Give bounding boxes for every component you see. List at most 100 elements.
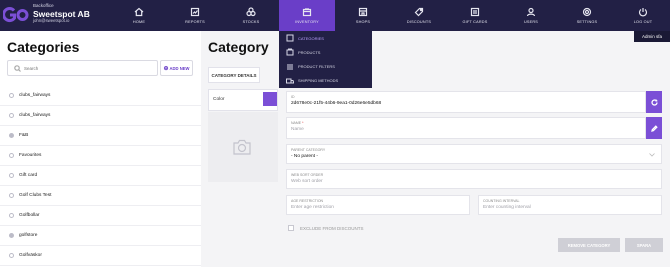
brand-block: Backoffice Sweetspot AB john@sweetspot.i… [33,3,90,23]
list-item-label: golfstore [19,233,38,238]
nav-label: Reports [185,20,205,24]
add-new-button[interactable]: ⊕ ADD NEW [160,60,193,76]
remove-category-button[interactable]: Remove category [558,238,620,252]
list-item-label: clubs_fairways [19,113,51,118]
categories-panel: Categories ⊕ ADD NEW clubs_fairways club… [0,31,201,267]
list-item[interactable]: clubs_fairways [0,106,201,126]
camera-icon [233,139,251,155]
nav-label: Discounts [406,20,432,24]
shops-icon [358,7,368,17]
radio-button[interactable] [9,93,14,98]
categories-icon [286,34,294,42]
nav-inventory[interactable]: Inventory [279,0,335,31]
filter-icon [287,64,293,70]
nav-users[interactable]: Users [503,0,559,31]
menu-item-products[interactable]: Products [279,45,372,59]
exclude-from-discounts[interactable]: Exclude from discounts [288,225,364,231]
radio-button[interactable] [9,213,14,218]
nav-settings[interactable]: Settings [559,0,615,31]
nav-log-out[interactable]: Log out [615,0,670,31]
radio-button[interactable] [9,193,14,198]
nav-label: Gift cards [462,20,488,24]
main-nav: Home Reports Stocks Inventory Shops Disc… [111,0,670,31]
nav-gift-cards[interactable]: Gift cards [447,0,503,31]
radio-button[interactable] [9,233,14,238]
nav-home[interactable]: Home [111,0,167,31]
exclude-checkbox[interactable] [288,225,294,231]
menu-item-product-filters[interactable]: Product filters [279,60,372,74]
settings-icon [582,7,592,17]
nav-label: Shops [355,20,371,24]
users-icon [526,7,536,17]
list-item[interactable]: golfstore [0,226,201,246]
color-picker-button[interactable] [263,92,277,106]
nav-label: Users [523,20,539,24]
menu-item-label: Products [298,49,321,55]
plus-icon: ⊕ [163,65,169,72]
web-sort-order-field[interactable]: Web sort order Web sort order [286,169,662,189]
menu-item-shipping-methods[interactable]: Shipping methods [279,74,372,88]
nav-shops[interactable]: Shops [335,0,391,31]
top-navigation-bar: Backoffice Sweetspot AB john@sweetspot.i… [0,0,670,31]
list-item-label: Golfväskor [19,253,42,258]
refresh-id-button[interactable] [646,91,662,113]
web-sort-order-label: Web sort order [291,173,324,177]
radio-button[interactable] [9,173,14,178]
counting-interval-field[interactable]: Counting interval Enter counting interva… [478,195,662,215]
parent-category-value: - No parent - [291,154,318,159]
admin-badge[interactable]: Admin sfa [634,31,670,42]
radio-button[interactable] [9,153,14,158]
list-item[interactable]: Golfbollar [0,206,201,226]
menu-item-label: Product filters [298,64,335,70]
nav-discounts[interactable]: Discounts [391,0,447,31]
list-item[interactable]: Favourites [0,146,201,166]
nav-label: Log out [633,20,653,24]
nav-label: Inventory [295,20,319,24]
list-item-label: Golfbollar [19,213,40,218]
image-upload[interactable] [208,112,278,182]
discounts-icon [414,7,424,17]
gift-cards-icon [470,7,480,17]
inventory-dropdown-menu: Categories Products Product filters Ship… [279,31,372,88]
age-restriction-placeholder: Enter age restriction [291,205,334,210]
sweetspot-logo[interactable] [3,6,29,24]
radio-button[interactable] [9,113,14,118]
list-item[interactable]: Golf Clubs Test [0,186,201,206]
color-field: Color [208,89,278,111]
list-item[interactable]: clubs_fairways [0,86,201,106]
search-box [7,60,158,76]
log-out-icon [638,8,648,17]
stocks-icon [246,7,256,17]
save-button[interactable]: Spara [625,238,663,252]
list-item-label: clubs_fairways [19,93,51,98]
parent-category-select[interactable]: Parent category - No parent - [286,144,662,164]
add-new-label: ADD NEW [169,65,190,71]
radio-button[interactable] [9,133,14,138]
radio-button[interactable] [9,253,14,258]
counting-interval-label: Counting interval [483,199,520,203]
search-icon [14,65,21,72]
name-field[interactable]: Name * Name [286,117,646,139]
list-item[interactable]: Gift card [0,166,201,186]
tab-category-details[interactable]: Category details [208,67,260,83]
search-input[interactable] [24,63,154,74]
truck-icon [286,78,294,84]
list-item[interactable]: F&B [0,126,201,146]
list-item-label: Favourites [19,153,42,158]
list-item-label: Golf Clubs Test [19,193,52,198]
edit-name-button[interactable] [646,117,662,139]
nav-reports[interactable]: Reports [167,0,223,31]
age-restriction-field[interactable]: Age restriction Enter age restriction [286,195,470,215]
exclude-label: Exclude from discounts [300,225,364,231]
name-placeholder: Name [291,127,304,132]
refresh-icon [650,98,658,106]
menu-item-categories[interactable]: Categories [279,31,372,45]
home-icon [134,7,144,17]
id-label: ID [291,95,295,99]
nav-stocks[interactable]: Stocks [223,0,279,31]
reports-icon [190,7,200,17]
required-marker: * [302,121,304,125]
brand-product: Backoffice [33,3,54,8]
brand-company: Sweetspot AB [33,8,90,19]
list-item[interactable]: Golfväskor [0,246,201,266]
